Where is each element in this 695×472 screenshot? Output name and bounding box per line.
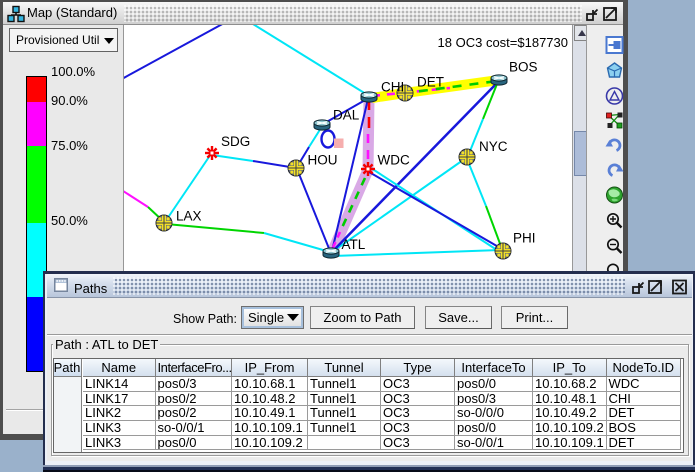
svg-text:BOS: BOS xyxy=(509,60,538,75)
svg-text:LAX: LAX xyxy=(176,209,202,224)
svg-text:18 OC3 cost=$187730: 18 OC3 cost=$187730 xyxy=(438,35,568,50)
svg-text:HOU: HOU xyxy=(308,153,338,168)
svg-text:PHI: PHI xyxy=(513,231,536,246)
svg-text:DAL: DAL xyxy=(333,108,360,123)
svg-text:ATL: ATL xyxy=(342,237,366,252)
svg-text:CHI: CHI xyxy=(381,80,404,95)
svg-text:WDC: WDC xyxy=(378,153,410,168)
svg-text:DET: DET xyxy=(417,75,444,90)
svg-text:NYC: NYC xyxy=(479,139,508,154)
svg-text:SDG: SDG xyxy=(221,134,250,149)
